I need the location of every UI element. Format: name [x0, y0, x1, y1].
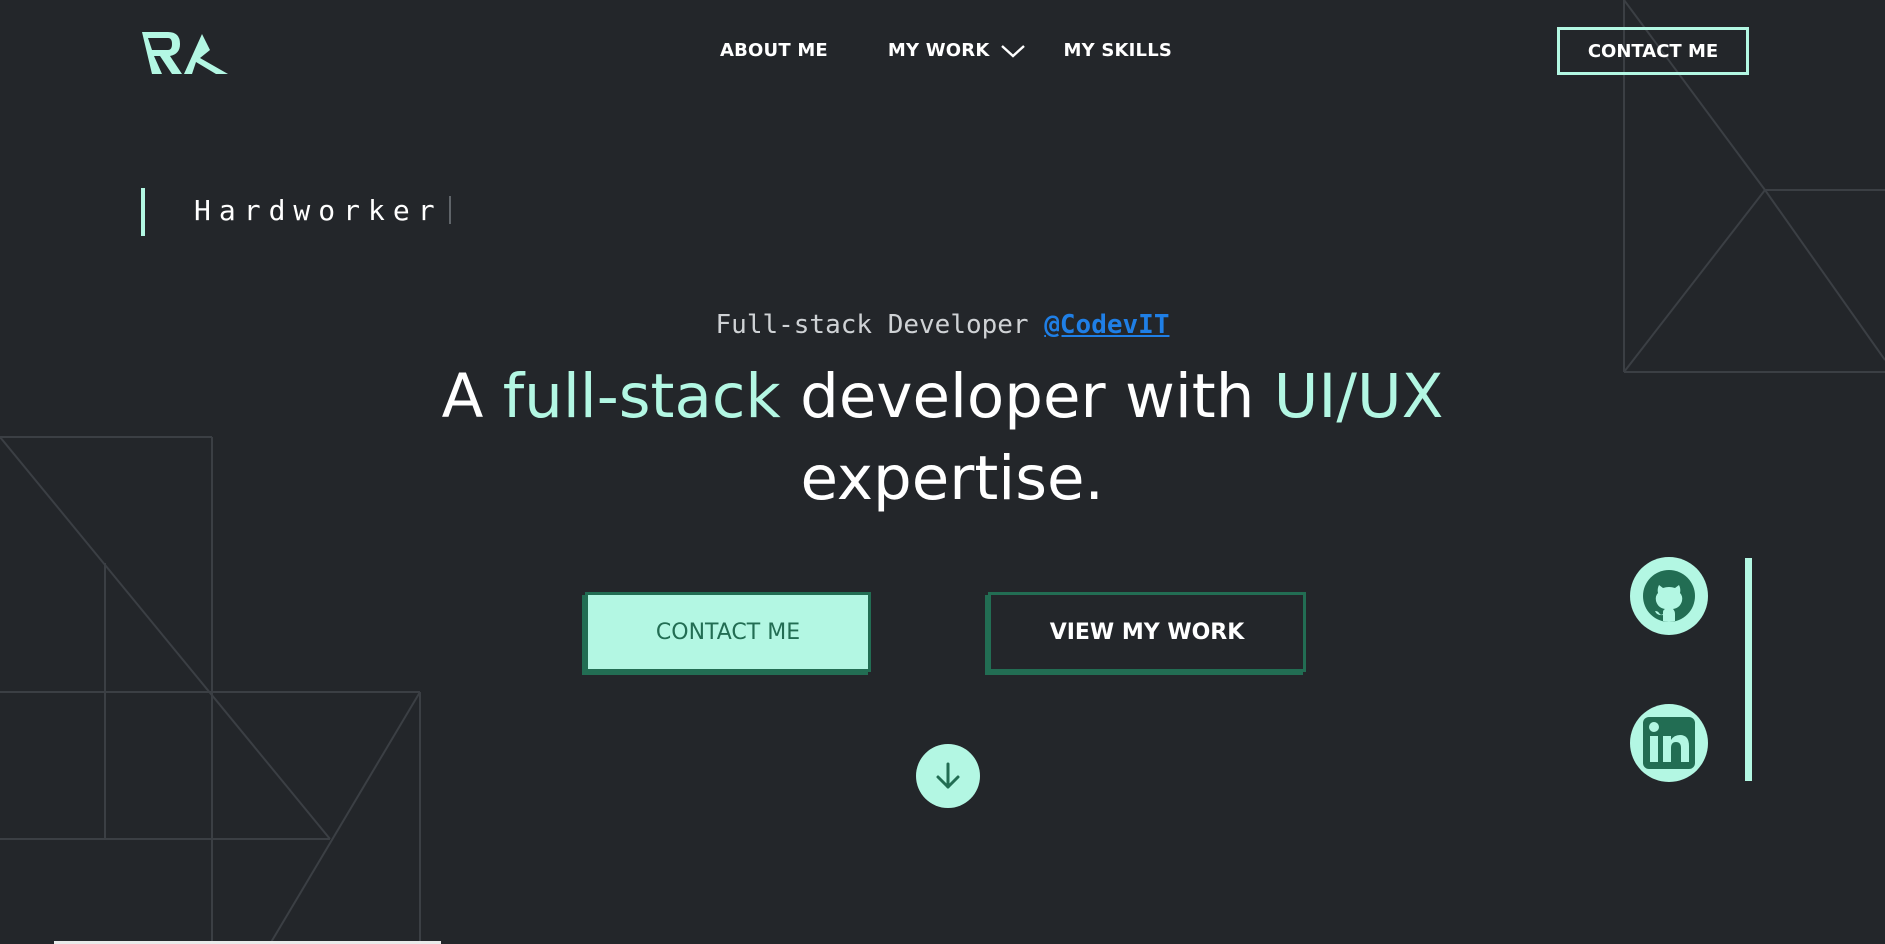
typing-accent-bar: [141, 188, 145, 236]
hero-subtitle: Full-stack Developer @CodevIT: [0, 310, 1885, 340]
typing-word: Hardworker: [194, 194, 443, 227]
view-my-work-label: VIEW MY WORK: [1049, 619, 1245, 645]
nav-about-me-label: ABOUT ME: [720, 40, 828, 61]
nav-my-skills[interactable]: MY SKILLS: [1064, 40, 1173, 61]
header-contact-button[interactable]: CONTACT ME: [1557, 27, 1749, 75]
logo[interactable]: [140, 28, 228, 78]
typing-text: Hardworker: [194, 194, 451, 227]
nav-my-skills-label: MY SKILLS: [1063, 40, 1173, 61]
contact-me-label: CONTACT ME: [655, 619, 801, 645]
linkedin-link[interactable]: [1630, 704, 1708, 782]
headline-part-3: expertise.: [781, 443, 1104, 514]
typing-caret: [448, 196, 451, 224]
scroll-down-button[interactable]: [916, 744, 980, 808]
view-my-work-button[interactable]: VIEW MY WORK: [988, 592, 1306, 672]
github-icon: [1643, 570, 1695, 622]
social-divider-line: [1745, 558, 1752, 781]
hero-headline: A full-stack developer with UI/UX expert…: [0, 356, 1885, 520]
company-link[interactable]: @CodevIT: [1044, 310, 1169, 340]
headline-accent-fullstack: full-stack: [502, 361, 781, 432]
contact-me-button[interactable]: CONTACT ME: [585, 592, 871, 672]
headline-part-2: developer with: [780, 361, 1274, 432]
nav-about-me[interactable]: ABOUT ME: [720, 40, 828, 61]
nav-my-work-label: MY WORK: [887, 40, 990, 61]
main-nav: ABOUT ME MY WORK MY SKILLS: [720, 40, 1172, 61]
nav-my-work[interactable]: MY WORK: [888, 40, 1026, 61]
headline-accent-uiux: UI/UX: [1273, 361, 1444, 432]
arrow-down-icon: [936, 762, 960, 789]
subtitle-prefix: Full-stack Developer: [715, 310, 1045, 340]
headline-part-1: A: [441, 361, 503, 432]
linkedin-icon: [1643, 717, 1695, 769]
github-link[interactable]: [1630, 557, 1708, 635]
header-contact-label: CONTACT ME: [1587, 40, 1719, 62]
chevron-down-icon: [1000, 44, 1025, 58]
